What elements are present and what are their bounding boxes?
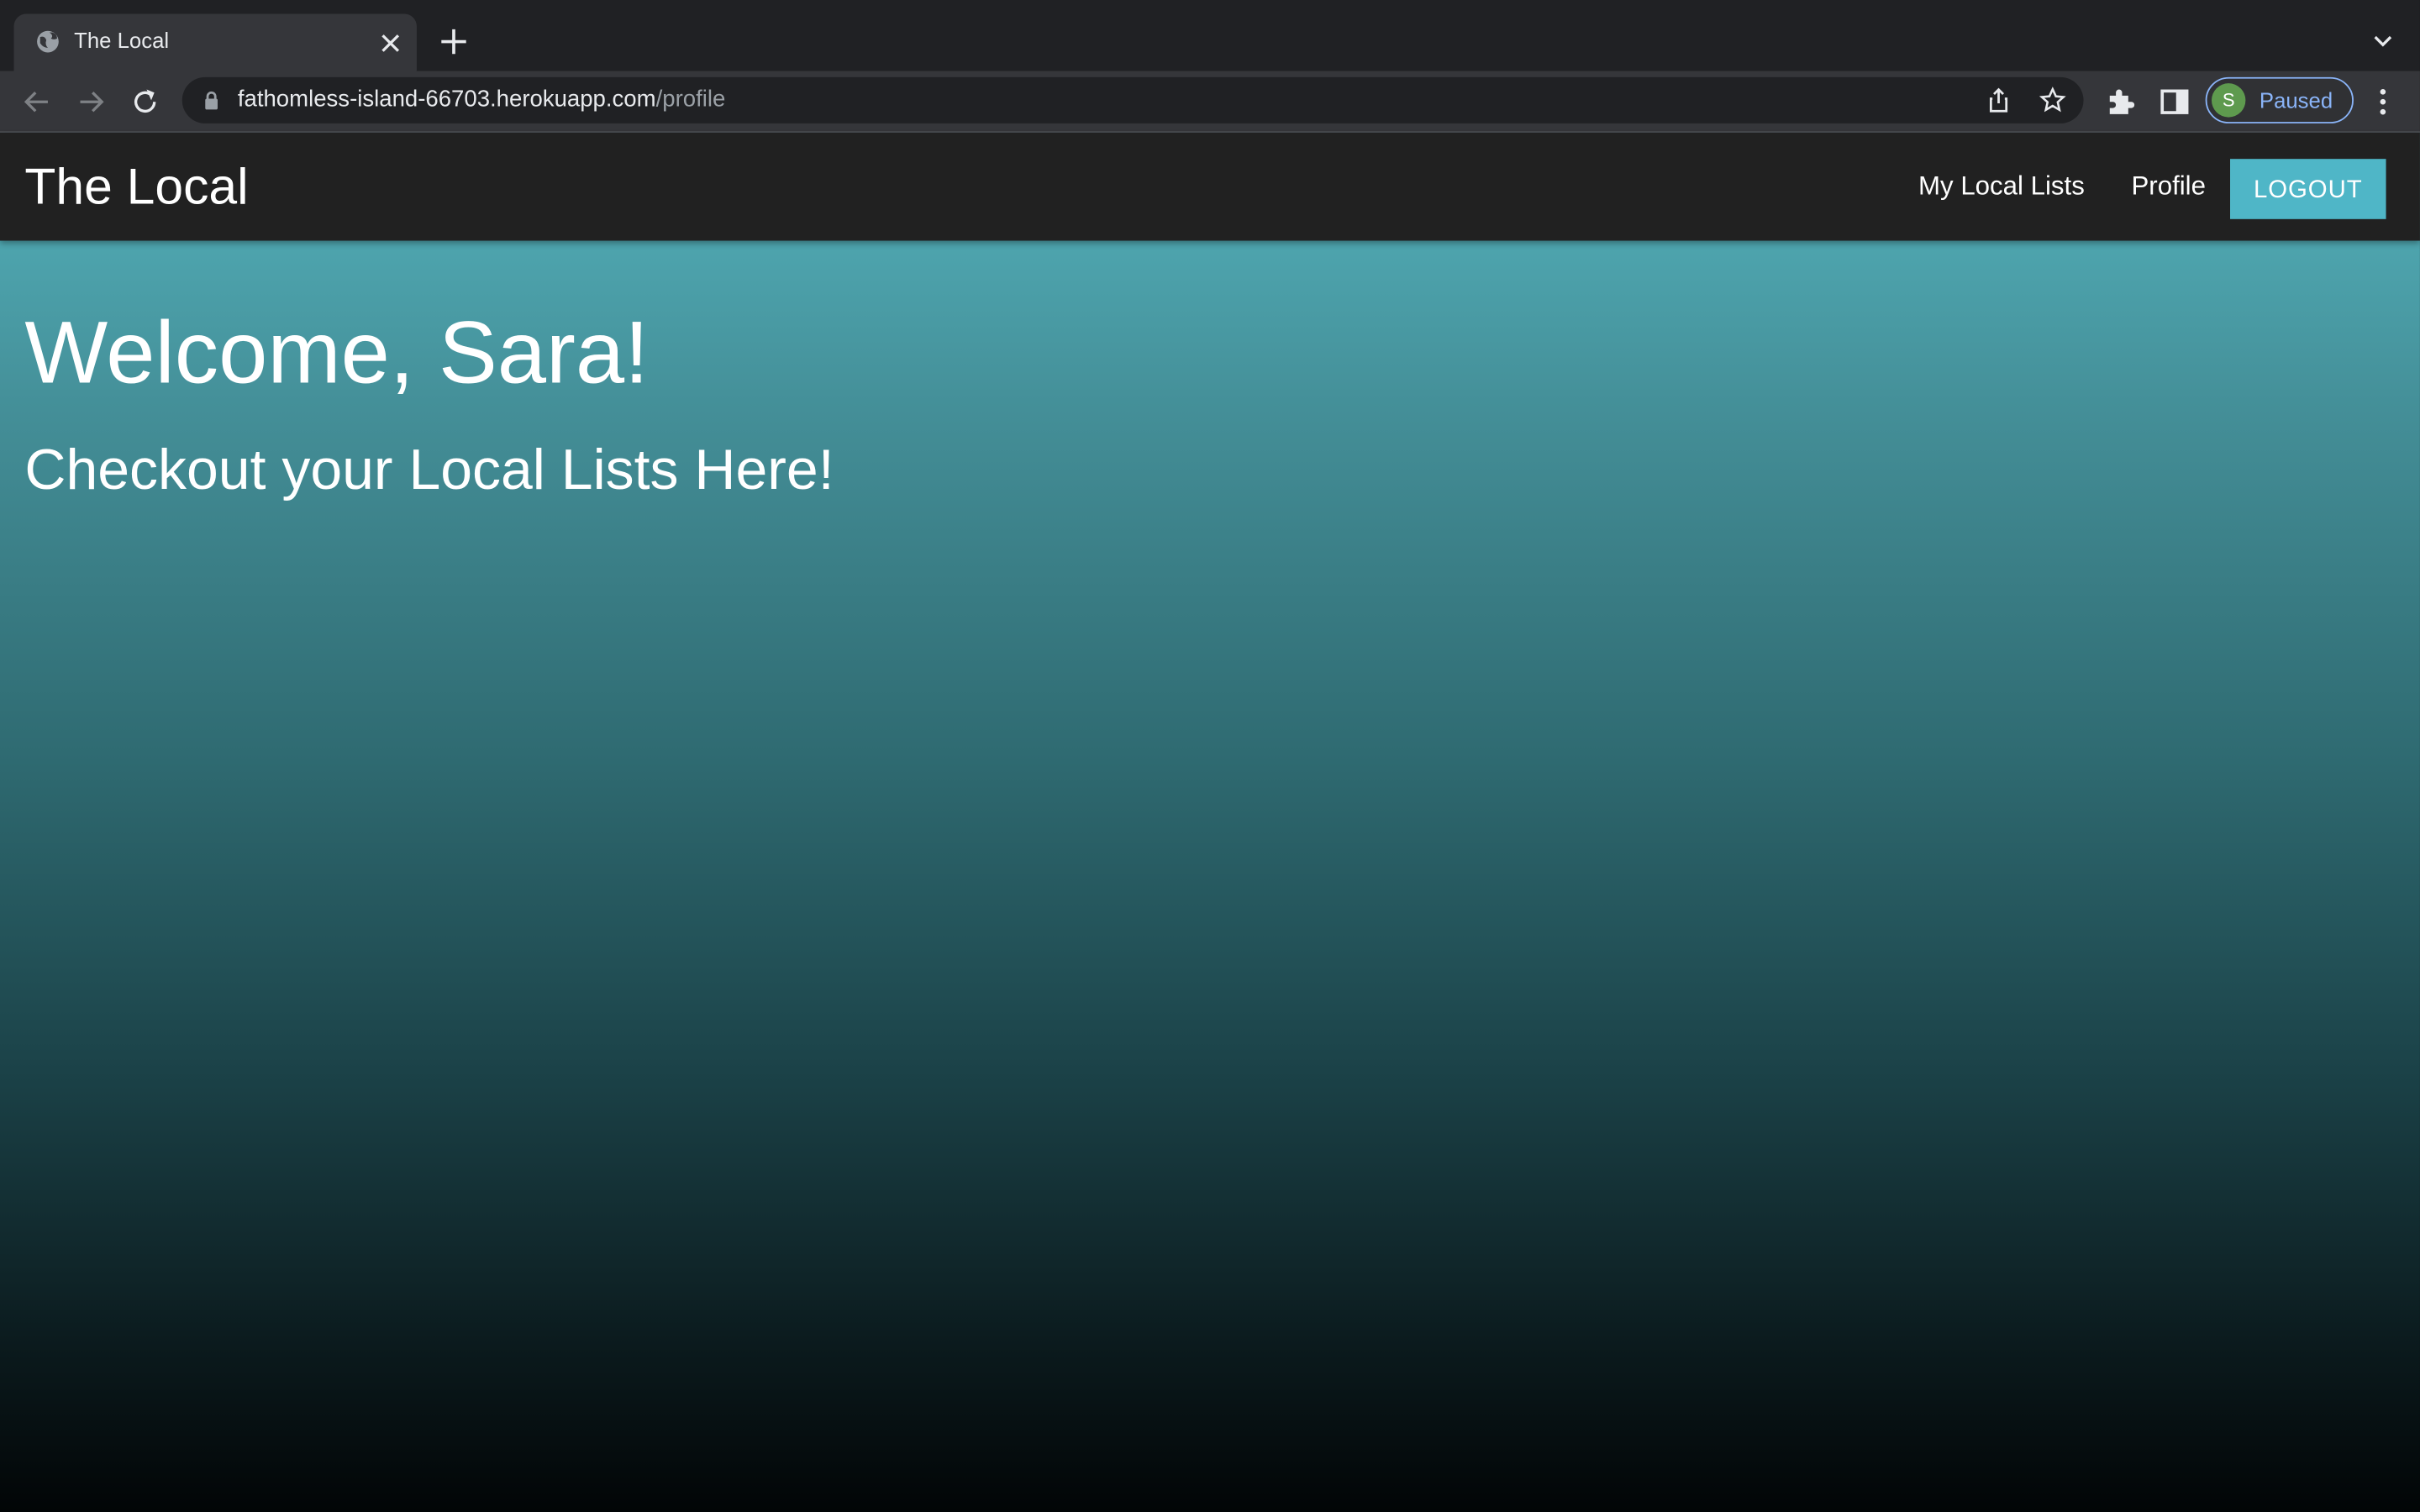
forward-arrow-icon[interactable] <box>72 83 109 120</box>
page-viewport: The Local My Local Lists Profile LOGOUT … <box>0 132 2420 1512</box>
kebab-menu-icon[interactable] <box>2365 83 2402 120</box>
site-brand[interactable]: The Local <box>24 157 248 216</box>
page-title: Welcome, Sara! <box>24 303 650 403</box>
star-icon[interactable] <box>2039 87 2066 114</box>
nav-link-my-local-lists[interactable]: My Local Lists <box>1918 171 2085 202</box>
reload-icon[interactable] <box>127 83 164 120</box>
plus-icon[interactable] <box>437 24 471 58</box>
puzzle-icon[interactable] <box>2102 83 2139 120</box>
site-navbar: The Local My Local Lists Profile LOGOUT <box>0 132 2420 241</box>
globe-icon <box>37 30 59 53</box>
url-path: /profile <box>655 86 726 113</box>
close-icon[interactable] <box>375 28 406 59</box>
browser-toolbar: fathomless-island-66703.herokuapp.com/pr… <box>0 71 2420 133</box>
url-host: fathomless-island-66703.herokuapp.com <box>237 86 656 113</box>
lock-icon[interactable] <box>201 90 223 112</box>
profile-button[interactable]: S Paused <box>2205 76 2354 123</box>
chevron-down-icon[interactable] <box>2367 26 2398 57</box>
browser-tab[interactable]: The Local <box>13 13 417 71</box>
avatar: S <box>2211 83 2246 118</box>
browser-window: The Local fathomless-island-66703.heroku… <box>0 0 2420 1512</box>
address-bar[interactable]: fathomless-island-66703.herokuapp.com/pr… <box>182 76 2084 123</box>
share-icon[interactable] <box>1985 87 2012 114</box>
tab-title: The Local <box>74 28 170 53</box>
side-panel-icon[interactable] <box>2156 83 2193 120</box>
profile-status: Paused <box>2259 87 2333 113</box>
page-subtitle: Checkout your Local Lists Here! <box>24 438 834 501</box>
tab-strip: The Local <box>0 0 2420 71</box>
logout-button[interactable]: LOGOUT <box>2230 159 2386 219</box>
nav-link-profile[interactable]: Profile <box>2131 171 2206 202</box>
url-text[interactable]: fathomless-island-66703.herokuapp.com/pr… <box>238 87 725 113</box>
back-arrow-icon[interactable] <box>18 83 55 120</box>
